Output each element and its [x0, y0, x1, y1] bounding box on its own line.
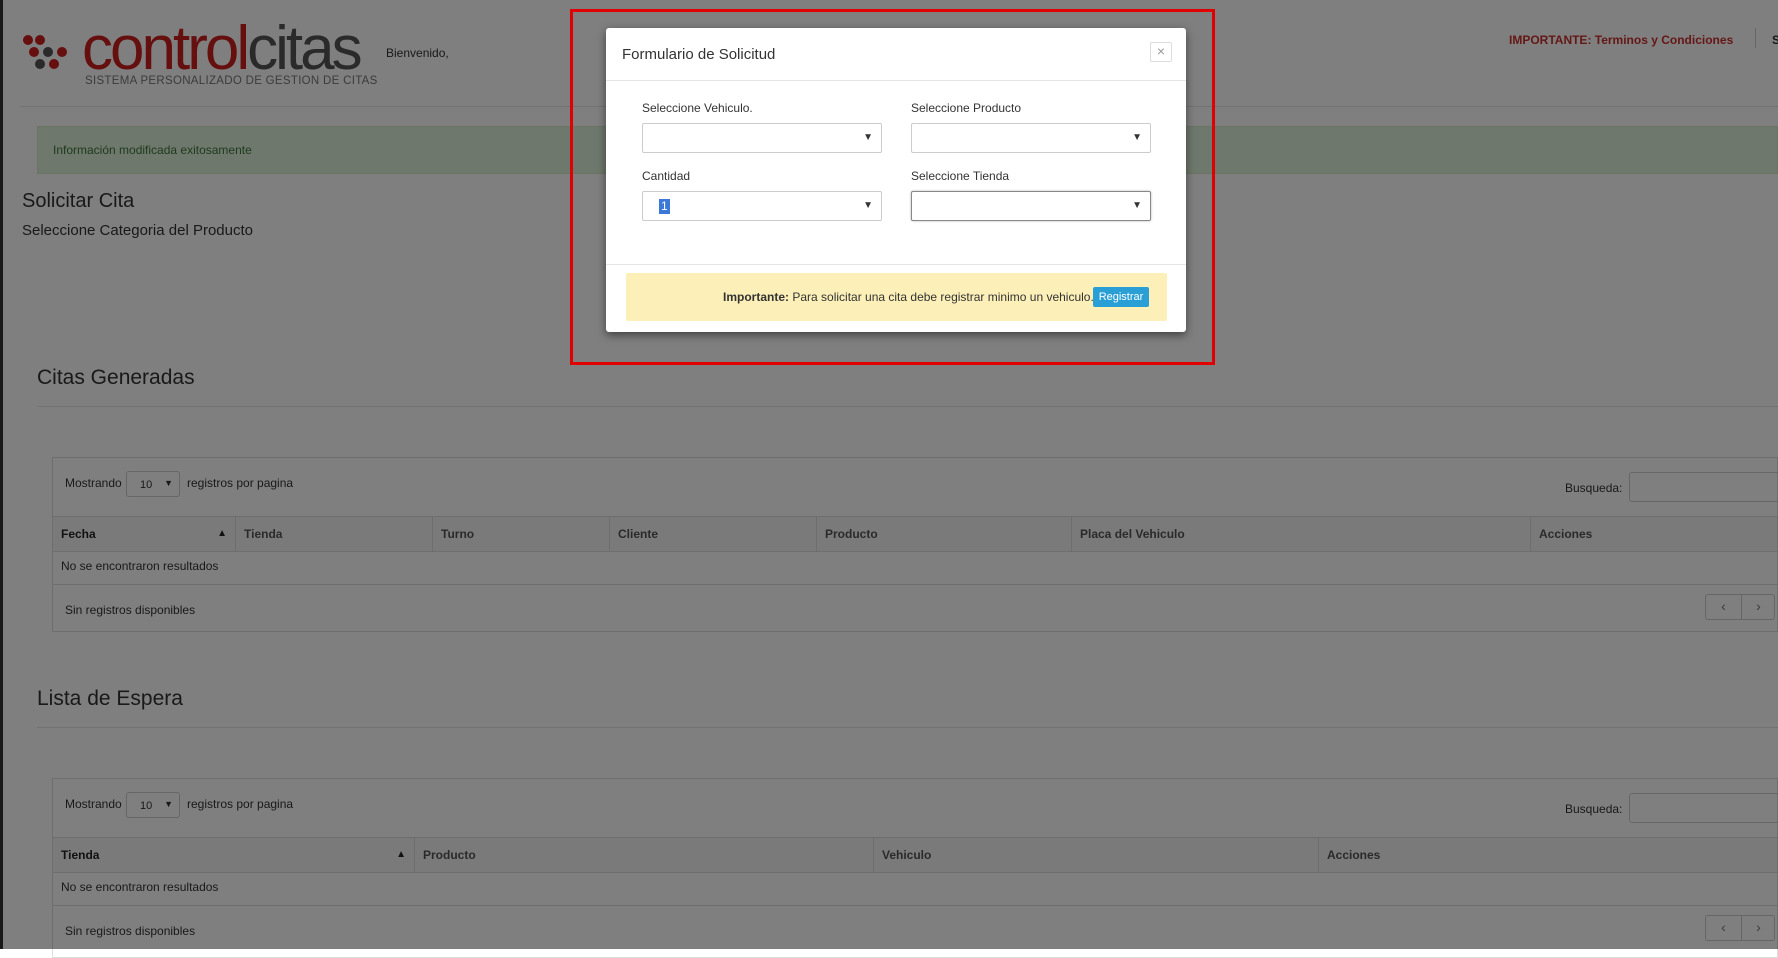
highlight-annotation-box	[570, 9, 1215, 365]
